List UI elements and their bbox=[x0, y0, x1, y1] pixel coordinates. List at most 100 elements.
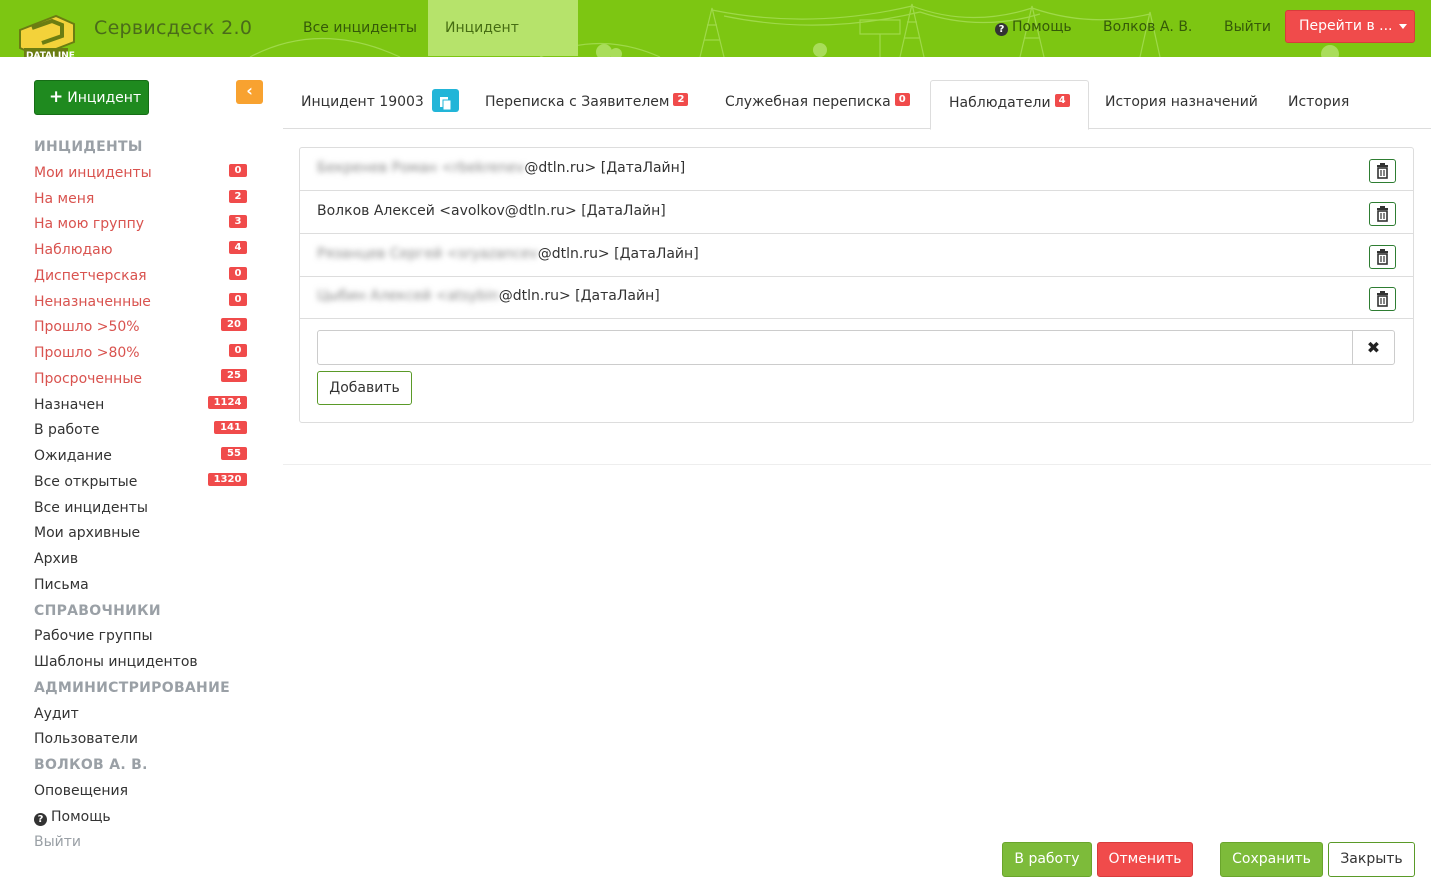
trash-icon bbox=[1377, 291, 1388, 307]
question-circle-icon: ? bbox=[995, 23, 1008, 36]
add-watcher-button[interactable]: Добавить bbox=[317, 371, 412, 405]
sidebar-item-assigned[interactable]: Назначен bbox=[34, 397, 104, 413]
sidebar-item-dispatch[interactable]: Диспетчерская bbox=[34, 268, 147, 284]
trash-icon bbox=[1377, 206, 1388, 222]
watcher-text: @dtln.ru> [ДатаЛайн] bbox=[524, 160, 686, 176]
nav-help-link[interactable]: ? Помощь bbox=[995, 19, 1072, 36]
sidebar-item-my-incidents[interactable]: Мои инциденты bbox=[34, 165, 152, 181]
sidebar-item-unassigned[interactable]: Неназначенные bbox=[34, 294, 151, 310]
close-button[interactable]: Закрыть bbox=[1328, 842, 1415, 877]
sidebar-help-label: Помощь bbox=[51, 809, 111, 825]
top-navbar: DATALINE Сервисдеск 2.0 Все инциденты Ин… bbox=[0, 0, 1431, 57]
sidebar-item-work-groups[interactable]: Рабочие группы bbox=[34, 628, 153, 644]
new-incident-label: Инцидент bbox=[67, 90, 142, 106]
goto-label: Перейти в ... bbox=[1299, 18, 1393, 34]
watcher-row: Волков Алексей <avolkov@dtln.ru> [ДатаЛа… bbox=[300, 191, 1413, 234]
new-incident-button[interactable]: + Инцидент bbox=[34, 80, 149, 115]
delete-watcher-button[interactable] bbox=[1369, 245, 1396, 269]
sidebar-item-waiting[interactable]: Ожидание bbox=[34, 448, 112, 464]
tab-label: Служебная переписка bbox=[725, 94, 891, 110]
sidebar-item-over-80[interactable]: Прошло >80% bbox=[34, 345, 140, 361]
sidebar-item-overdue[interactable]: Просроченные bbox=[34, 371, 142, 387]
watcher-entry: Волков Алексей <avolkov@dtln.ru> [ДатаЛа… bbox=[317, 203, 666, 219]
sidebar-item-help[interactable]: ? Помощь bbox=[34, 809, 111, 826]
app-title[interactable]: Сервисдеск 2.0 bbox=[94, 17, 252, 39]
sidebar-item-notifications[interactable]: Оповещения bbox=[34, 783, 128, 799]
sidebar-item-my-group[interactable]: На мою группу bbox=[34, 216, 144, 232]
watcher-search-input[interactable] bbox=[317, 330, 1353, 365]
count-badge: 0 bbox=[229, 267, 247, 280]
watcher-row: Рязанцев Сергей <sryazancev@dtln.ru> [Да… bbox=[300, 234, 1413, 277]
count-badge: 25 bbox=[221, 369, 247, 382]
watcher-row: Цыбин Алексей <atsybin@dtln.ru> [ДатаЛай… bbox=[300, 276, 1413, 319]
cancel-incident-button[interactable]: Отменить bbox=[1097, 842, 1193, 877]
redacted-text: Рязанцев Сергей <sryazancev bbox=[317, 246, 538, 262]
watchers-panel: Бекренев Роман <rbekrenev@dtln.ru> [Дата… bbox=[299, 147, 1414, 423]
question-circle-icon: ? bbox=[34, 813, 47, 826]
sidebar-item-watching[interactable]: Наблюдаю bbox=[34, 242, 113, 258]
nav-help-label: Помощь bbox=[1012, 19, 1072, 35]
sidebar-item-exit[interactable]: Выйти bbox=[34, 834, 81, 850]
tab-badge: 4 bbox=[1054, 94, 1070, 107]
count-badge: 0 bbox=[229, 293, 247, 306]
clear-input-button[interactable]: ✖ bbox=[1352, 330, 1395, 365]
delete-watcher-button[interactable] bbox=[1369, 159, 1396, 183]
delete-watcher-button[interactable] bbox=[1369, 202, 1396, 226]
watcher-entry: Рязанцев Сергей <sryazancev@dtln.ru> [Да… bbox=[317, 246, 699, 262]
dataline-logo[interactable]: DATALINE bbox=[16, 14, 78, 57]
watcher-text: Волков Алексей <avolkov@dtln.ru> [ДатаЛа… bbox=[317, 203, 666, 219]
copy-icon[interactable] bbox=[432, 88, 460, 112]
tab-assignment-history[interactable]: История назначений bbox=[1087, 80, 1276, 128]
watcher-row: Бекренев Роман <rbekrenev@dtln.ru> [Дата… bbox=[300, 148, 1413, 191]
tab-watchers[interactable]: Наблюдатели 4 bbox=[930, 80, 1089, 130]
count-badge: 55 bbox=[221, 447, 247, 460]
nav-user-link[interactable]: Волков А. В. bbox=[1103, 19, 1192, 35]
svg-text:DATALINE: DATALINE bbox=[26, 51, 75, 57]
count-badge: 141 bbox=[214, 421, 247, 434]
tab-incident-label: Инцидент 19003 bbox=[301, 94, 424, 110]
plus-icon: + bbox=[49, 87, 64, 107]
nav-all-incidents[interactable]: Все инциденты bbox=[286, 0, 434, 56]
sidebar-item-all-open[interactable]: Все открытые bbox=[34, 474, 137, 490]
collapse-sidebar-button[interactable]: ‹ bbox=[236, 80, 263, 104]
nav-exit-link[interactable]: Выйти bbox=[1224, 19, 1271, 35]
save-button[interactable]: Сохранить bbox=[1220, 842, 1323, 877]
redacted-text: Цыбин Алексей <atsybin bbox=[317, 288, 499, 304]
tab-label: Наблюдатели bbox=[949, 95, 1051, 111]
count-badge: 4 bbox=[229, 241, 247, 254]
goto-dropdown-button[interactable]: Перейти в ... bbox=[1285, 10, 1415, 43]
tab-badge: 2 bbox=[673, 93, 689, 106]
chevron-left-icon: ‹ bbox=[246, 81, 253, 100]
to-work-button[interactable]: В работу bbox=[1002, 842, 1092, 877]
section-heading-user: ВОЛКОВ А. В. bbox=[34, 757, 148, 773]
delete-watcher-button[interactable] bbox=[1369, 287, 1396, 311]
count-badge: 3 bbox=[229, 215, 247, 228]
nav-incident-19003[interactable]: Инцидент 19003 bbox=[428, 0, 578, 56]
sidebar-item-users[interactable]: Пользователи bbox=[34, 731, 138, 747]
section-heading-administration: АДМИНИСТРИРОВАНИЕ bbox=[34, 680, 230, 696]
watcher-entry: Бекренев Роман <rbekrenev@dtln.ru> [Дата… bbox=[317, 160, 685, 176]
tab-history[interactable]: История bbox=[1270, 80, 1367, 128]
count-badge: 0 bbox=[229, 344, 247, 357]
count-badge: 2 bbox=[229, 190, 247, 203]
tab-incident[interactable]: Инцидент 19003 bbox=[283, 80, 477, 128]
sidebar-item-letters[interactable]: Письма bbox=[34, 577, 89, 593]
sidebar-item-assigned-to-me[interactable]: На меня bbox=[34, 191, 94, 207]
sidebar-item-in-progress[interactable]: В работе bbox=[34, 422, 100, 438]
watcher-text: @dtln.ru> [ДатаЛайн] bbox=[498, 288, 660, 304]
sidebar-item-archive[interactable]: Архив bbox=[34, 551, 78, 567]
sidebar-item-all-incidents[interactable]: Все инциденты bbox=[34, 500, 148, 516]
tab-badge: 0 bbox=[894, 93, 910, 106]
count-badge: 1320 bbox=[208, 473, 247, 486]
count-badge: 0 bbox=[229, 164, 247, 177]
trash-icon bbox=[1377, 249, 1388, 265]
tab-label: Переписка с Заявителем bbox=[485, 94, 670, 110]
section-heading-incidents: ИНЦИДЕНТЫ bbox=[34, 139, 143, 155]
incident-tabs: Инцидент 19003 Переписка с Заявителем 2 С… bbox=[283, 80, 1431, 130]
sidebar-item-my-archived[interactable]: Мои архивные bbox=[34, 525, 140, 541]
tab-correspondence-requester[interactable]: Переписка с Заявителем 2 bbox=[467, 80, 706, 128]
sidebar-item-audit[interactable]: Аудит bbox=[34, 706, 79, 722]
sidebar-item-over-50[interactable]: Прошло >50% bbox=[34, 319, 140, 335]
sidebar-item-incident-templates[interactable]: Шаблоны инцидентов bbox=[34, 654, 198, 670]
tab-internal-correspondence[interactable]: Служебная переписка 0 bbox=[707, 80, 928, 128]
